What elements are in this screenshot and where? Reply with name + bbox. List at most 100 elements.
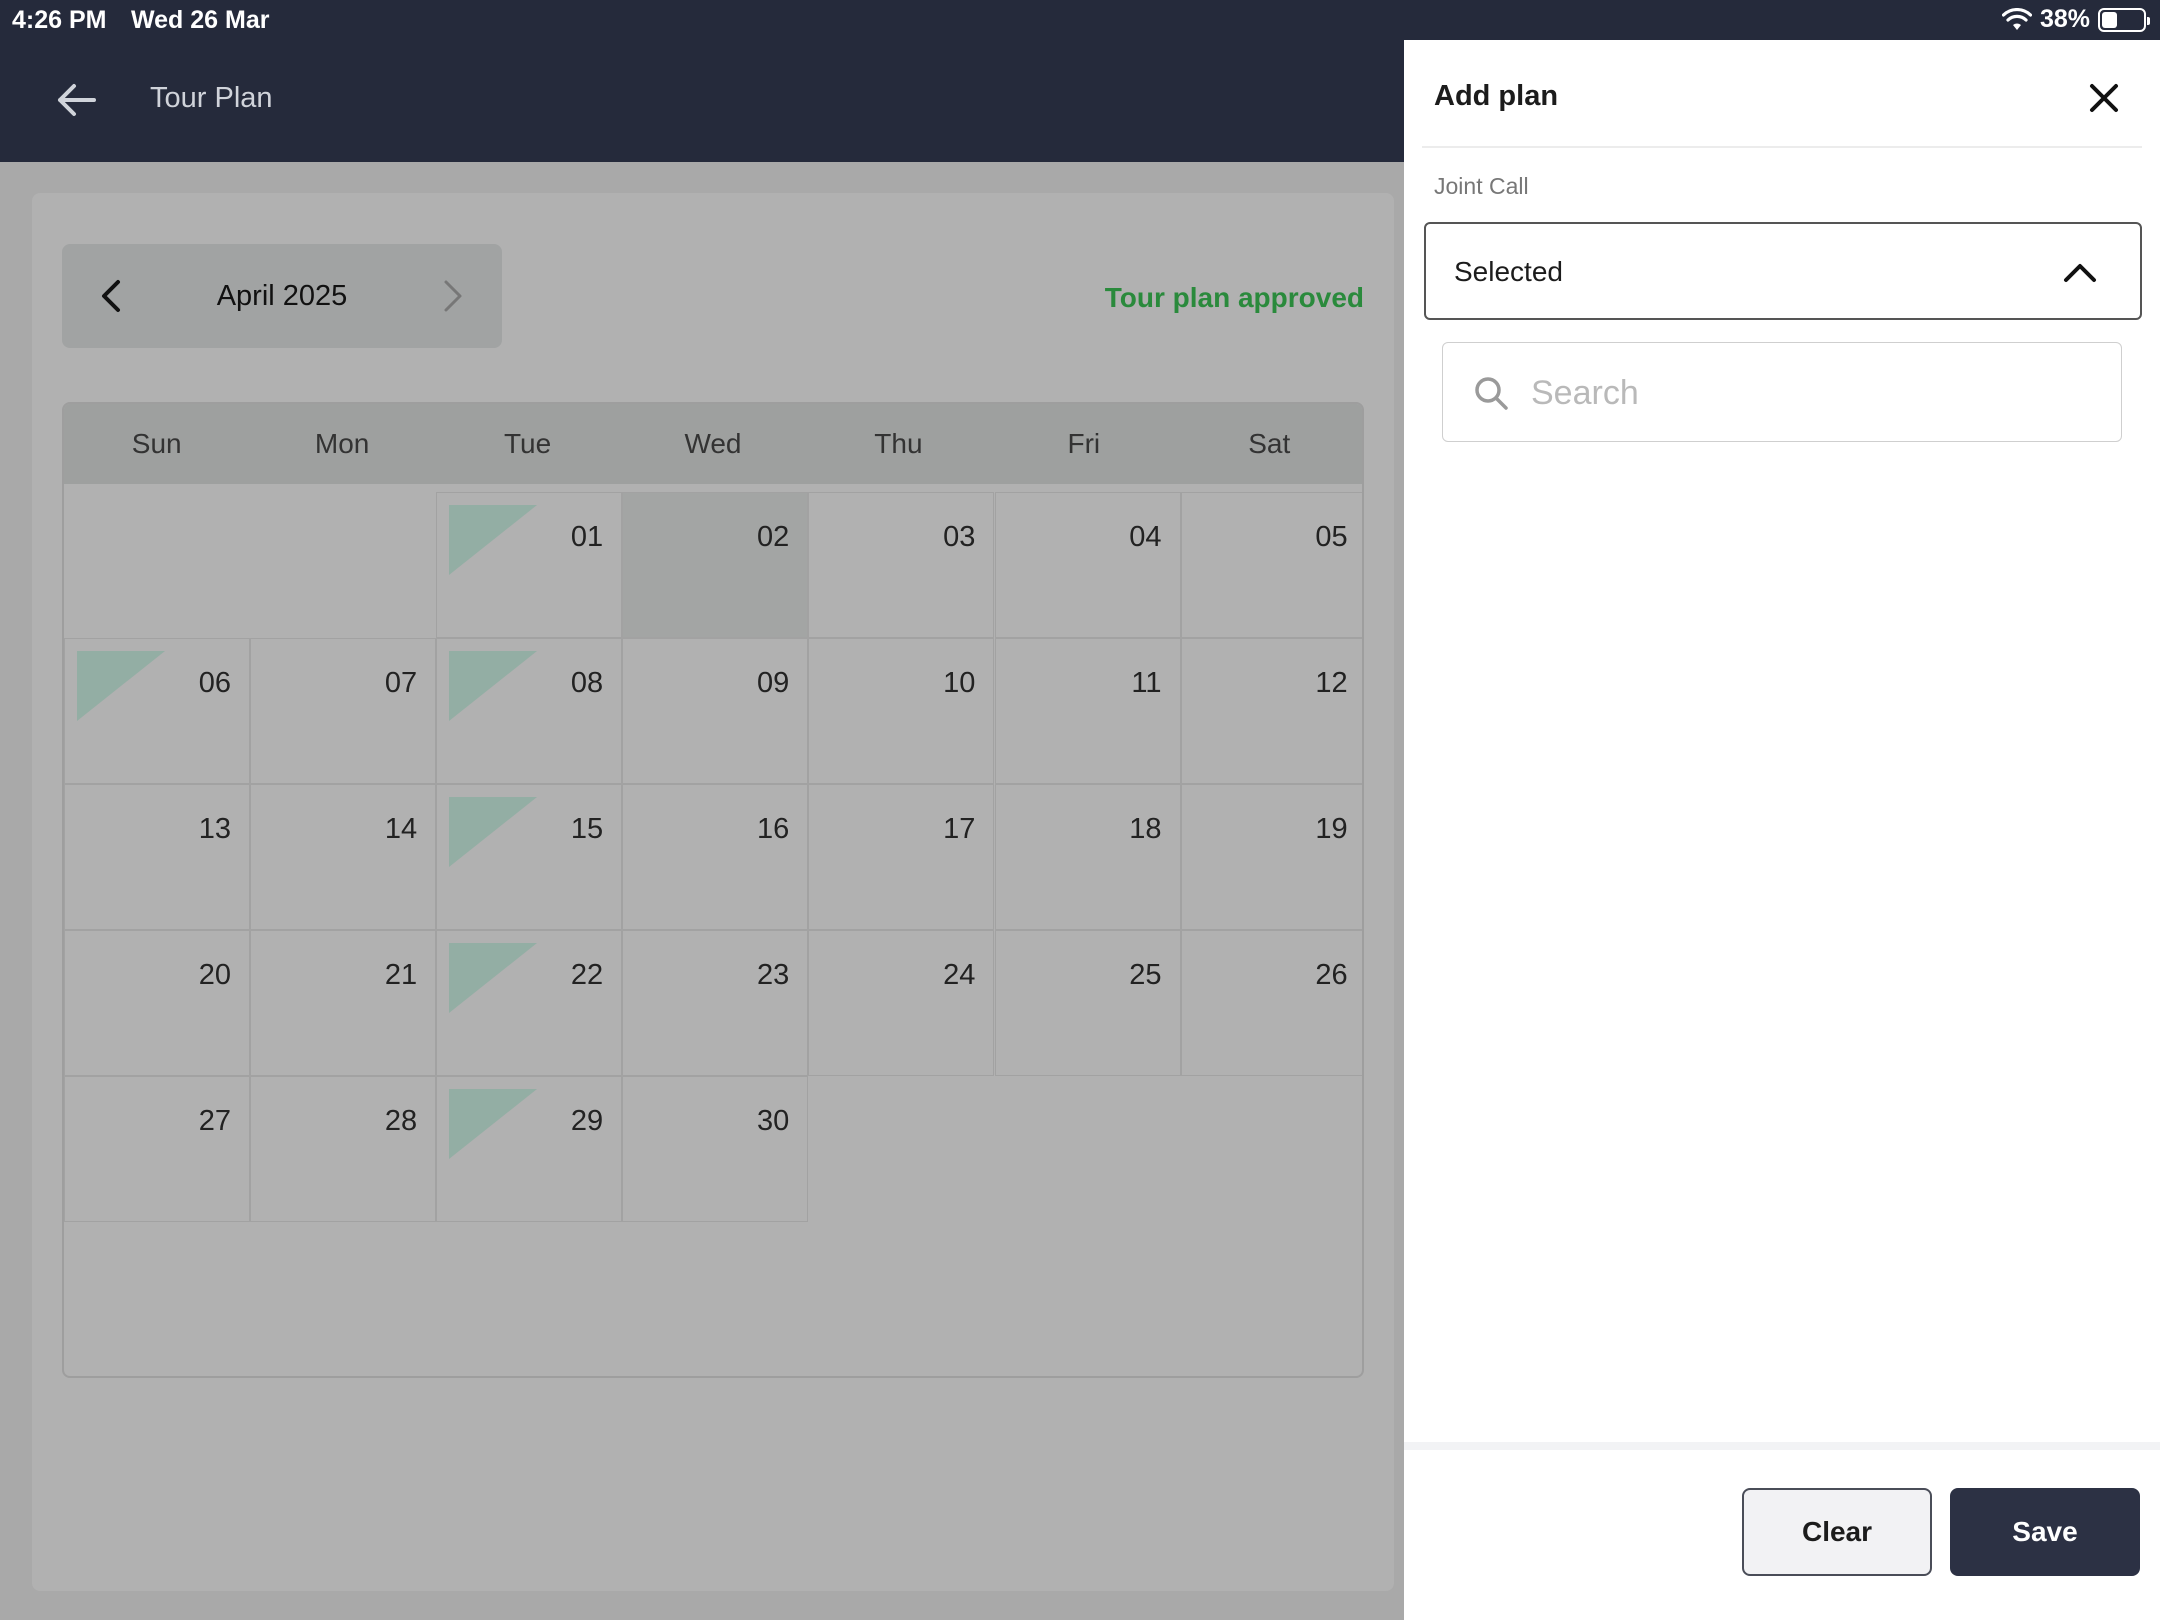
calendar-day-19[interactable]: 19 [1180,784,1362,930]
day-number: 12 [1315,667,1348,699]
search-input[interactable] [1531,369,2091,417]
calendar-day-15[interactable]: 15 [436,784,623,930]
day-number: 23 [757,959,790,991]
day-number: 10 [943,667,976,699]
calendar-day-25[interactable]: 25 [994,930,1181,1076]
joint-call-label: Joint Call [1434,173,1529,199]
day-number: 01 [570,521,604,553]
day-number: 03 [943,521,976,553]
battery-icon [2098,7,2150,32]
footer-divider [1404,1442,2160,1450]
weekday-sun: Sun [131,428,182,459]
calendar-day-08[interactable]: 08 [436,638,623,784]
calendar-day-07[interactable]: 07 [250,638,437,784]
calendar-day-20[interactable]: 20 [64,930,250,1076]
day-number: 30 [757,1105,790,1137]
day-number: 29 [570,1105,604,1137]
calendar-day-16[interactable]: 16 [622,784,809,930]
chevron-up-icon [2064,264,2096,282]
clear-button[interactable]: Clear [1742,1488,1932,1576]
add-plan-panel: Add plan Joint Call Selected Clear Save [1404,40,2160,1620]
back-arrow-icon[interactable] [52,76,100,124]
chevron-right-icon[interactable] [430,274,474,318]
day-number: 26 [1315,959,1348,991]
status-bar: 4:26 PM Wed 26 Mar 38% [0,0,2160,40]
calendar-day-04[interactable]: 04 [994,492,1181,638]
weekday-header: Sun Mon Tue Wed Thu Fri Sat [64,404,1362,484]
weekday-thu: Thu [874,428,923,459]
day-number: 11 [1131,667,1162,699]
plan-marker [77,651,165,721]
calendar-day-12[interactable]: 12 [1180,638,1362,784]
day-number: 25 [1129,959,1162,991]
panel-title: Add plan [1434,80,1559,112]
calendar-day-05[interactable]: 05 [1180,492,1362,638]
search-box [1442,342,2122,442]
plan-marker [449,505,538,575]
calendar-day-10[interactable]: 10 [808,638,995,784]
day-number: 13 [198,813,231,845]
calendar-day-11[interactable]: 11 [994,638,1181,784]
weekday-wed: Wed [684,428,742,459]
day-number: 21 [384,959,418,991]
day-number: 04 [1129,521,1162,553]
panel-divider [1422,146,2142,148]
joint-call-select[interactable]: Selected [1424,222,2142,320]
calendar-day-02[interactable]: 02 [622,492,809,638]
close-icon[interactable] [2084,78,2124,118]
calendar-day-22[interactable]: 22 [436,930,623,1076]
calendar-day-30[interactable]: 30 [622,1076,809,1222]
day-number: 28 [384,1105,418,1137]
status-date: Wed 26 Mar [131,6,270,34]
day-number: 15 [570,813,604,845]
calendar-day-28[interactable]: 28 [250,1076,437,1222]
save-button[interactable]: Save [1950,1488,2140,1576]
day-number: 27 [198,1105,231,1137]
day-number: 09 [757,667,790,699]
day-number: 06 [198,667,231,699]
calendar-day-23[interactable]: 23 [622,930,809,1076]
day-number: 08 [570,667,604,699]
calendar-day-18[interactable]: 18 [994,784,1181,930]
calendar-day-29[interactable]: 29 [436,1076,623,1222]
calendar-day-06[interactable]: 06 [64,638,250,784]
calendar-day-24[interactable]: 24 [808,930,995,1076]
calendar-day-01[interactable]: 01 [436,492,623,638]
day-number: 24 [943,959,976,991]
day-number: 16 [757,813,790,845]
day-number: 02 [757,521,790,553]
weekday-mon: Mon [314,428,370,459]
calendar-day-09[interactable]: 09 [622,638,809,784]
calendar-day-14[interactable]: 14 [250,784,437,930]
calendar-day-13[interactable]: 13 [64,784,250,930]
calendar-day-21[interactable]: 21 [250,930,437,1076]
day-number: 07 [384,667,418,699]
status-badge: Tour plan approved [1104,282,1364,313]
battery-fill [2102,11,2118,28]
weekday-sat: Sat [1248,428,1291,459]
calendar-day-17[interactable]: 17 [808,784,995,930]
day-number: 17 [943,813,976,845]
app-header: Tour Plan [0,40,1404,162]
calendar-day-03[interactable]: 03 [808,492,995,638]
plan-marker [449,1089,538,1159]
wifi-icon [2001,7,2032,30]
calendar-day-27[interactable]: 27 [64,1076,250,1222]
day-number: 14 [384,813,418,845]
battery-percent: 38% [2039,5,2090,33]
select-value: Selected [1454,256,1563,287]
weekday-tue: Tue [503,428,552,459]
page-title: Tour Plan [150,82,273,114]
status-right: 38% [2001,5,2150,34]
plan-marker [449,651,538,721]
status-time: 4:26 PM [12,6,107,34]
day-number: 05 [1315,521,1348,553]
day-number: 19 [1315,813,1348,845]
day-number: 20 [198,959,231,991]
calendar-day-26[interactable]: 26 [1180,930,1362,1076]
plan-marker [449,943,538,1013]
day-number: 22 [570,959,604,991]
search-icon [1475,377,1508,410]
month-navigator: April 2025 [62,244,502,348]
day-number: 18 [1129,813,1162,845]
